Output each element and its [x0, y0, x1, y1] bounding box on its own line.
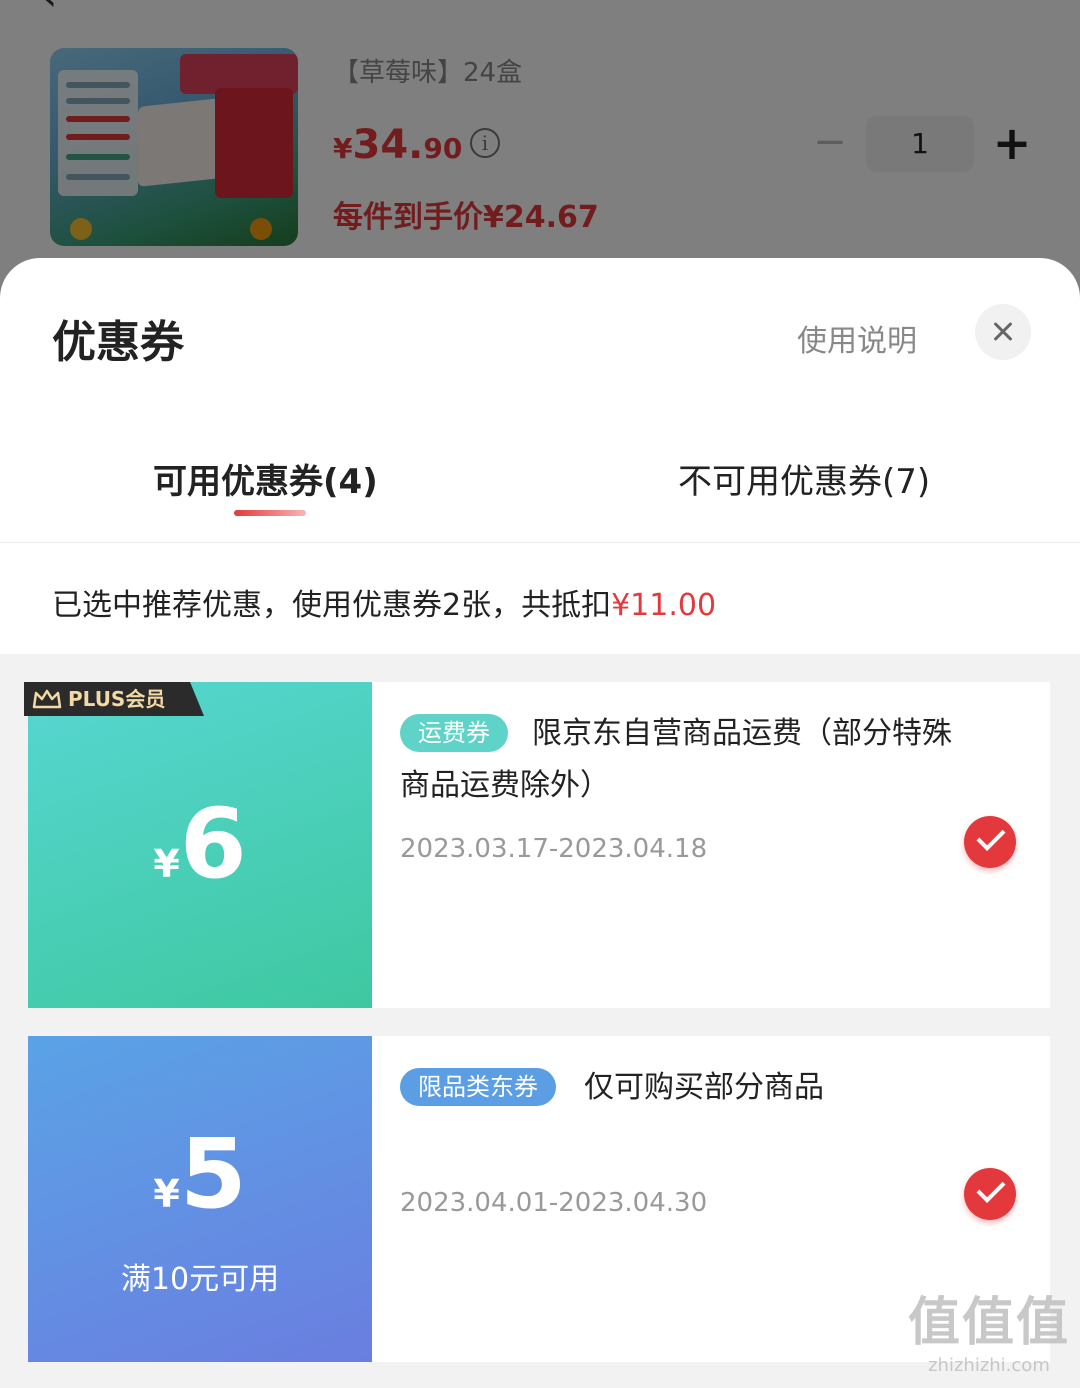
sheet-title: 优惠券: [52, 317, 184, 368]
coupon-card[interactable]: ¥6 PLUS会员 运费券 限京东自营商品运费（部分特殊商品运费除外） 2023…: [22, 682, 1050, 1008]
coupon-description: 仅可购买部分商品: [584, 1070, 824, 1105]
watermark-url: zhizhizhi.com: [928, 1355, 1050, 1376]
divider: [0, 542, 1080, 543]
coupon-amount: ¥6: [28, 788, 372, 900]
dim-overlay[interactable]: [0, 0, 1080, 290]
coupon-description: 限京东自营商品运费（部分特殊商品运费除外）: [400, 716, 952, 803]
coupon-threshold: 满10元可用: [120, 1262, 280, 1297]
coupon-amount-symbol: ¥: [153, 842, 180, 886]
coupon-amount-value: 5: [179, 1118, 247, 1230]
summary-amount: ¥11.00: [611, 588, 717, 623]
coupon-amount: ¥5: [28, 1118, 372, 1230]
selected-check-icon[interactable]: [964, 1168, 1016, 1220]
usage-instructions-link[interactable]: 使用说明: [797, 316, 917, 360]
summary-text: 已选中推荐优惠，使用优惠券2张，共抵扣: [52, 588, 612, 623]
coupon-amount-value: 6: [179, 788, 247, 900]
coupon-value-panel: ¥5 满10元可用: [22, 1036, 372, 1362]
coupon-sheet: 优惠券 使用说明 可用优惠券(4) 不可用优惠券(7) 已选中推荐优惠，使用优惠…: [0, 258, 1080, 1388]
site-watermark: 值值值 zhizhizhi.com: [908, 1280, 1070, 1376]
active-tab-indicator: [234, 510, 306, 516]
coupon-card[interactable]: ¥5 满10元可用 限品类东券 仅可购买部分商品 2023.04.01-2023…: [22, 1036, 1050, 1362]
crown-icon: [32, 689, 62, 709]
coupon-tag: 限品类东券: [400, 1068, 556, 1106]
product-summary: ‹ 【草莓味】24盒 ¥34.90 i 每件到手价¥24.67 − 1 +: [0, 0, 1080, 290]
plus-badge-label: PLUS会员: [68, 687, 166, 711]
selection-summary: 已选中推荐优惠，使用优惠券2张，共抵扣¥11.00: [52, 580, 716, 624]
coupon-validity-dates: 2023.04.01-2023.04.30: [400, 1188, 708, 1218]
watermark-logo: 值值值: [907, 1293, 1070, 1353]
coupon-amount-symbol: ¥: [153, 1172, 180, 1216]
coupon-validity-dates: 2023.03.17-2023.04.18: [400, 834, 708, 864]
plus-member-badge: PLUS会员: [24, 682, 204, 716]
selected-check-icon[interactable]: [964, 816, 1016, 868]
tab-available-coupons[interactable]: 可用优惠券(4): [153, 454, 378, 503]
close-button[interactable]: [975, 304, 1031, 360]
coupon-value-panel: ¥6: [22, 682, 372, 1008]
tab-unavailable-coupons[interactable]: 不可用优惠券(7): [678, 454, 930, 503]
